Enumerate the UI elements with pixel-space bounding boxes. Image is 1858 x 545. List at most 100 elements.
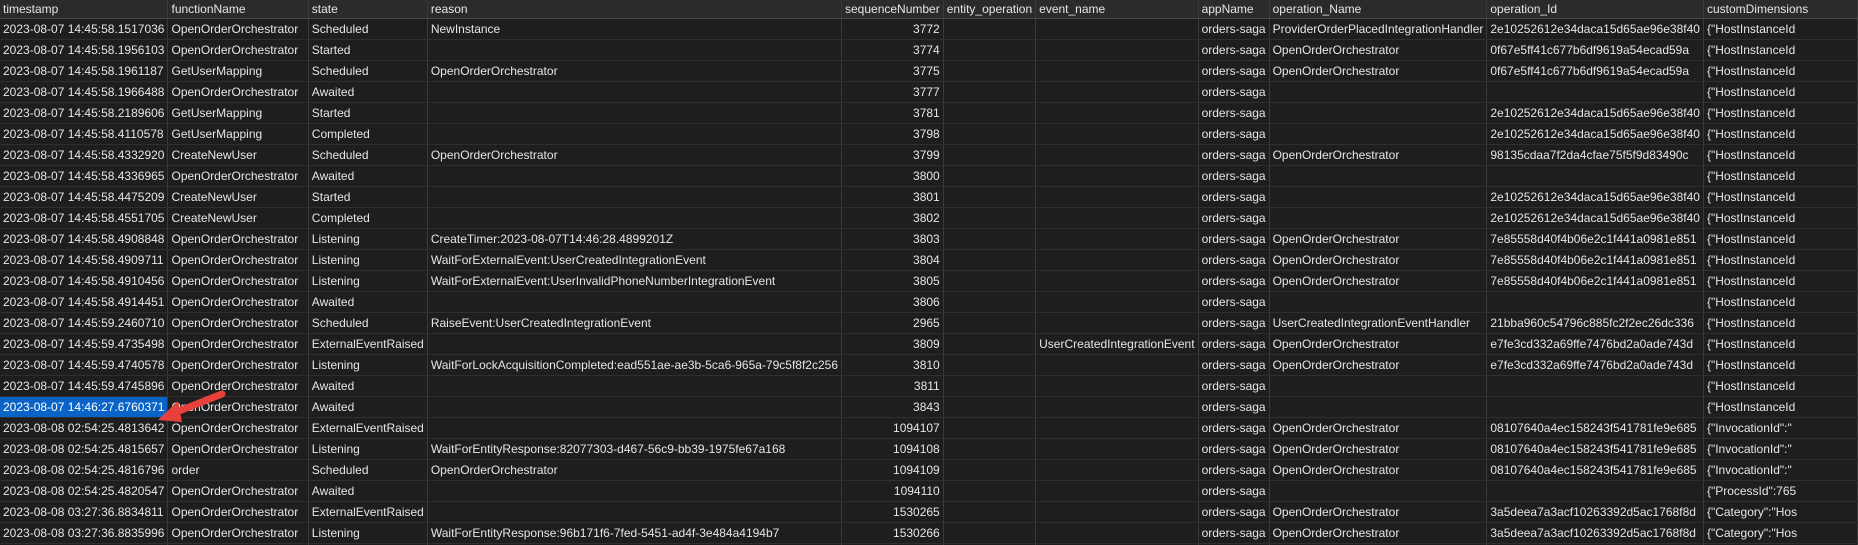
cell-functionname[interactable]: CreateNewUser [167, 144, 309, 166]
cell-timestamp[interactable]: 2023-08-08 03:27:36.8834811 [0, 501, 169, 523]
cell-sequencenumber[interactable]: 3810 [841, 354, 944, 376]
cell-operation-name[interactable]: OpenOrderOrchestrator [1269, 228, 1488, 250]
cell-event-name[interactable] [1035, 39, 1199, 61]
cell-sequencenumber[interactable]: 3798 [841, 123, 944, 145]
table-row[interactable]: 2023-08-07 14:45:59.4740578 OpenOrderOrch… [0, 354, 1858, 376]
table-row[interactable]: 2023-08-08 02:54:25.4820547 OpenOrderOrch… [0, 480, 1858, 502]
table-row[interactable]: 2023-08-07 14:46:27.6760371 OpenOrderOrch… [0, 396, 1858, 418]
cell-event-name[interactable] [1035, 102, 1199, 124]
cell-customdimensions[interactable]: {"HostInstanceId [1703, 270, 1858, 292]
cell-appname[interactable]: orders-saga [1198, 270, 1270, 292]
cell-sequencenumber[interactable]: 3802 [841, 207, 944, 229]
cell-reason[interactable]: NewInstance [427, 18, 843, 40]
cell-operation-id[interactable] [1486, 165, 1704, 187]
cell-operation-name[interactable] [1269, 165, 1488, 187]
cell-customdimensions[interactable]: {"HostInstanceId [1703, 186, 1858, 208]
cell-reason[interactable] [427, 480, 843, 502]
column-header-appname[interactable]: appName [1198, 0, 1270, 19]
cell-entity-operation[interactable] [943, 522, 1037, 544]
cell-appname[interactable]: orders-saga [1198, 123, 1270, 145]
cell-appname[interactable]: orders-saga [1198, 312, 1270, 334]
cell-customdimensions[interactable]: {"InvocationId":" [1703, 459, 1858, 481]
cell-functionname[interactable]: OpenOrderOrchestrator [167, 81, 309, 103]
cell-sequencenumber[interactable]: 3799 [841, 144, 944, 166]
cell-reason[interactable] [427, 39, 843, 61]
cell-entity-operation[interactable] [943, 39, 1037, 61]
cell-state[interactable]: ExternalEventRaised [308, 333, 428, 355]
cell-appname[interactable]: orders-saga [1198, 249, 1270, 271]
cell-sequencenumber[interactable]: 3774 [841, 39, 944, 61]
cell-event-name[interactable] [1035, 165, 1199, 187]
cell-timestamp[interactable]: 2023-08-07 14:45:58.4475209 [0, 186, 169, 208]
cell-customdimensions[interactable]: {"HostInstanceId [1703, 60, 1858, 82]
cell-reason[interactable] [427, 81, 843, 103]
cell-state[interactable]: Scheduled [308, 60, 428, 82]
cell-entity-operation[interactable] [943, 249, 1037, 271]
cell-entity-operation[interactable] [943, 375, 1037, 397]
table-row[interactable]: 2023-08-07 14:45:59.4745896 OpenOrderOrch… [0, 375, 1858, 397]
cell-operation-name[interactable]: OpenOrderOrchestrator [1269, 39, 1488, 61]
cell-entity-operation[interactable] [943, 18, 1037, 40]
cell-functionname[interactable]: GetUserMapping [167, 60, 309, 82]
cell-functionname[interactable]: CreateNewUser [167, 186, 309, 208]
table-row[interactable]: 2023-08-07 14:45:59.4735498 OpenOrderOrch… [0, 333, 1858, 355]
cell-entity-operation[interactable] [943, 270, 1037, 292]
cell-timestamp[interactable]: 2023-08-08 02:54:25.4815657 [0, 438, 169, 460]
cell-event-name[interactable] [1035, 501, 1199, 523]
cell-operation-name[interactable] [1269, 375, 1488, 397]
cell-reason[interactable]: OpenOrderOrchestrator [427, 459, 843, 481]
cell-functionname[interactable]: OpenOrderOrchestrator [167, 396, 309, 418]
cell-entity-operation[interactable] [943, 81, 1037, 103]
cell-event-name[interactable] [1035, 123, 1199, 145]
cell-state[interactable]: ExternalEventRaised [308, 501, 428, 523]
cell-reason[interactable] [427, 333, 843, 355]
cell-timestamp[interactable]: 2023-08-07 14:45:58.1517036 [0, 18, 169, 40]
cell-functionname[interactable]: OpenOrderOrchestrator [167, 18, 309, 40]
cell-appname[interactable]: orders-saga [1198, 396, 1270, 418]
cell-event-name[interactable] [1035, 60, 1199, 82]
table-row[interactable]: 2023-08-08 02:54:25.4815657 OpenOrderOrch… [0, 438, 1858, 460]
column-header-operation-name[interactable]: operation_Name [1269, 0, 1488, 19]
cell-operation-name[interactable]: UserCreatedIntegrationEventHandler [1269, 312, 1488, 334]
cell-customdimensions[interactable]: {"HostInstanceId [1703, 354, 1858, 376]
cell-functionname[interactable]: OpenOrderOrchestrator [167, 165, 309, 187]
cell-event-name[interactable] [1035, 438, 1199, 460]
cell-operation-name[interactable] [1269, 186, 1488, 208]
cell-operation-name[interactable]: OpenOrderOrchestrator [1269, 522, 1488, 544]
cell-state[interactable]: Awaited [308, 396, 428, 418]
cell-operation-id[interactable]: 08107640a4ec158243f541781fe9e685 [1486, 417, 1704, 439]
cell-sequencenumber[interactable]: 3775 [841, 60, 944, 82]
cell-operation-id[interactable] [1486, 291, 1704, 313]
cell-entity-operation[interactable] [943, 60, 1037, 82]
cell-customdimensions[interactable]: {"HostInstanceId [1703, 123, 1858, 145]
cell-timestamp[interactable]: 2023-08-08 02:54:25.4820547 [0, 480, 169, 502]
cell-state[interactable]: Awaited [308, 81, 428, 103]
column-header-timestamp[interactable]: timestamp [0, 0, 169, 19]
table-row[interactable]: 2023-08-07 14:45:58.2189606 GetUserMappin… [0, 102, 1858, 124]
cell-functionname[interactable]: order [167, 459, 309, 481]
cell-operation-name[interactable]: OpenOrderOrchestrator [1269, 270, 1488, 292]
table-row[interactable]: 2023-08-08 03:27:36.8834811 OpenOrderOrch… [0, 501, 1858, 523]
cell-timestamp[interactable]: 2023-08-07 14:45:59.2460710 [0, 312, 169, 334]
cell-operation-name[interactable] [1269, 396, 1488, 418]
cell-sequencenumber[interactable]: 3781 [841, 102, 944, 124]
cell-event-name[interactable] [1035, 459, 1199, 481]
cell-functionname[interactable]: GetUserMapping [167, 123, 309, 145]
table-row[interactable]: 2023-08-07 14:45:58.4908848 OpenOrderOrch… [0, 228, 1858, 250]
cell-operation-name[interactable] [1269, 102, 1488, 124]
cell-state[interactable]: Awaited [308, 291, 428, 313]
cell-reason[interactable]: OpenOrderOrchestrator [427, 60, 843, 82]
cell-operation-name[interactable] [1269, 291, 1488, 313]
cell-state[interactable]: Completed [308, 207, 428, 229]
cell-appname[interactable]: orders-saga [1198, 228, 1270, 250]
cell-appname[interactable]: orders-saga [1198, 354, 1270, 376]
cell-functionname[interactable]: OpenOrderOrchestrator [167, 291, 309, 313]
cell-customdimensions[interactable]: {"HostInstanceId [1703, 18, 1858, 40]
cell-state[interactable]: Awaited [308, 375, 428, 397]
cell-operation-id[interactable]: 3a5deea7a3acf10263392d5ac1768f8d [1486, 522, 1704, 544]
table-row[interactable]: 2023-08-07 14:45:59.2460710 OpenOrderOrch… [0, 312, 1858, 334]
cell-reason[interactable]: WaitForLockAcquisitionCompleted:ead551ae… [427, 354, 843, 376]
cell-sequencenumber[interactable]: 3777 [841, 81, 944, 103]
cell-event-name[interactable]: UserCreatedIntegrationEvent [1035, 333, 1199, 355]
table-row[interactable]: 2023-08-07 14:45:58.4475209 CreateNewUser… [0, 186, 1858, 208]
